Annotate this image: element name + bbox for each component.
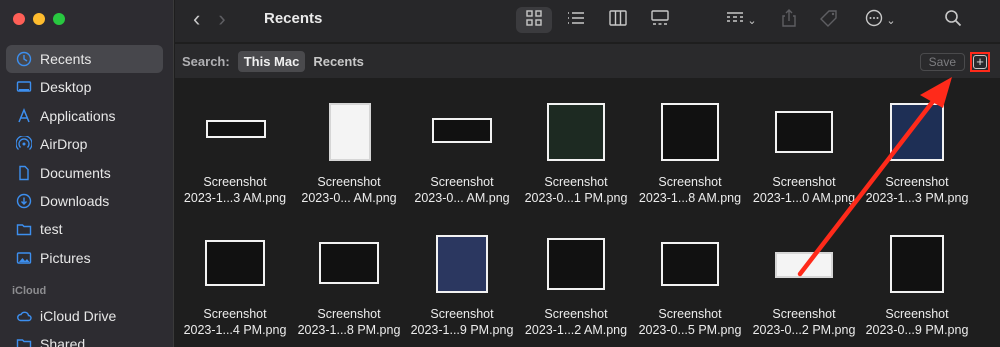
file-name: Screenshot 2023-1...3 PM.png <box>865 175 969 205</box>
file-thumbnail <box>890 235 944 293</box>
sidebar-item-label: iCloud Drive <box>40 307 117 324</box>
share-button[interactable] <box>775 7 803 33</box>
share-icon <box>779 8 799 32</box>
save-search-button[interactable]: Save <box>919 53 965 71</box>
window-title: Recents <box>264 10 323 27</box>
list-icon <box>566 9 586 32</box>
file-thumbnail <box>547 238 605 290</box>
file-thumbnail <box>432 118 492 143</box>
ellipsis-circle-icon <box>864 9 884 32</box>
back-button[interactable]: ‹ <box>193 8 200 30</box>
zoom-window-button[interactable] <box>53 13 65 25</box>
sidebar-item-label: Pictures <box>40 249 91 266</box>
search-scope-bar: Search: This Mac Recents Save + <box>175 44 1000 78</box>
sidebar-item-recents[interactable]: Recents <box>6 45 163 73</box>
sidebar-item-documents[interactable]: Documents <box>6 159 163 187</box>
sidebar-item-pictures[interactable]: Pictures <box>6 244 163 272</box>
file-thumbnail <box>890 103 944 161</box>
search-label: Search: <box>182 53 230 69</box>
toolbar: ‹ › Recents ⌄ ⌄ <box>175 0 1000 42</box>
search-icon <box>943 9 963 32</box>
chevron-down-icon: ⌄ <box>886 14 896 27</box>
column-view-button[interactable] <box>603 7 633 33</box>
sidebar-item-label: Shared <box>40 336 86 347</box>
search-button[interactable] <box>939 7 967 33</box>
forward-button[interactable]: › <box>218 8 225 30</box>
sidebar-item-downloads[interactable]: Downloads <box>6 187 163 215</box>
file-thumbnail <box>329 103 371 161</box>
file-name: Screenshot 2023-0...5 PM.png <box>638 307 742 337</box>
list-view-button[interactable] <box>561 7 591 33</box>
more-actions-button[interactable]: ⌄ <box>860 7 900 33</box>
file-thumbnail <box>436 235 488 293</box>
file-name: Screenshot 2023-0...1 PM.png <box>524 175 628 205</box>
applications-icon <box>16 107 32 124</box>
document-icon <box>16 165 32 181</box>
plus-icon: + <box>973 55 987 69</box>
file-thumbnail <box>206 120 266 138</box>
file-name: Screenshot 2023-0... AM.png <box>414 175 510 205</box>
file-name: Screenshot 2023-0... AM.png <box>301 175 397 205</box>
file-grid: Screenshot 2023-1...3 AM.png Screenshot 20… <box>175 80 1000 347</box>
gallery-view-button[interactable] <box>645 7 675 33</box>
sidebar-item-test[interactable]: test <box>6 215 163 243</box>
file-thumbnail <box>205 240 265 286</box>
sidebar-item-label: Documents <box>40 164 111 181</box>
file-thumbnail <box>319 242 379 284</box>
file-name: Screenshot 2023-0...9 PM.png <box>865 307 969 337</box>
airdrop-icon <box>16 136 32 152</box>
group-grid-icon <box>725 9 745 32</box>
file-name: Screenshot 2023-1...8 AM.png <box>638 175 742 205</box>
sidebar: Recents Desktop Applications AirDrop Doc… <box>0 0 174 347</box>
file-name: Screenshot 2023-1...2 AM.png <box>524 307 628 337</box>
columns-icon <box>608 9 628 32</box>
file-thumbnail <box>661 242 719 286</box>
file-thumbnail <box>547 103 605 161</box>
sidebar-item-label: Desktop <box>40 79 92 96</box>
sidebar-item-label: Recents <box>40 51 92 67</box>
download-icon <box>16 193 32 209</box>
folder-icon <box>16 221 32 237</box>
gallery-icon <box>650 9 670 32</box>
desktop-icon <box>16 79 32 95</box>
grid-icon <box>524 9 544 32</box>
sidebar-item-label: Applications <box>40 107 116 124</box>
chevron-down-icon: ⌄ <box>747 14 757 27</box>
add-search-criteria-button[interactable]: + <box>970 52 990 72</box>
cloud-icon <box>16 308 32 324</box>
pictures-icon <box>16 250 32 266</box>
window-controls <box>13 13 65 25</box>
tag-button[interactable] <box>815 7 843 33</box>
file-name: Screenshot 2023-1...9 PM.png <box>410 307 514 337</box>
sidebar-section-icloud: iCloud <box>12 284 47 297</box>
minimize-window-button[interactable] <box>33 13 45 25</box>
file-name: Screenshot 2023-1...4 PM.png <box>183 307 287 337</box>
sidebar-item-applications[interactable]: Applications <box>6 102 163 130</box>
sidebar-item-label: test <box>40 221 63 238</box>
sidebar-item-label: Downloads <box>40 192 110 209</box>
icon-view-button[interactable] <box>516 7 552 33</box>
sidebar-item-shared[interactable]: Shared <box>6 330 163 347</box>
tag-icon <box>819 9 839 32</box>
clock-icon <box>16 51 32 67</box>
scope-recents[interactable]: Recents <box>307 51 370 72</box>
file-thumbnail <box>775 111 833 153</box>
group-by-button[interactable]: ⌄ <box>720 7 762 33</box>
file-name: Screenshot 2023-1...8 PM.png <box>297 307 401 337</box>
file-name: Screenshot 2023-0...2 PM.png <box>752 307 856 337</box>
sidebar-item-airdrop[interactable]: AirDrop <box>6 130 163 158</box>
file-thumbnail <box>661 103 719 161</box>
sidebar-item-icloud-drive[interactable]: iCloud Drive <box>6 302 163 330</box>
file-name: Screenshot 2023-1...0 AM.png <box>752 175 856 205</box>
sidebar-item-desktop[interactable]: Desktop <box>6 73 163 101</box>
scope-this-mac[interactable]: This Mac <box>237 50 306 72</box>
shared-folder-icon <box>16 336 32 347</box>
file-name: Screenshot 2023-1...3 AM.png <box>183 175 287 205</box>
close-window-button[interactable] <box>13 13 25 25</box>
sidebar-item-label: AirDrop <box>40 136 88 153</box>
file-thumbnail <box>775 252 833 278</box>
